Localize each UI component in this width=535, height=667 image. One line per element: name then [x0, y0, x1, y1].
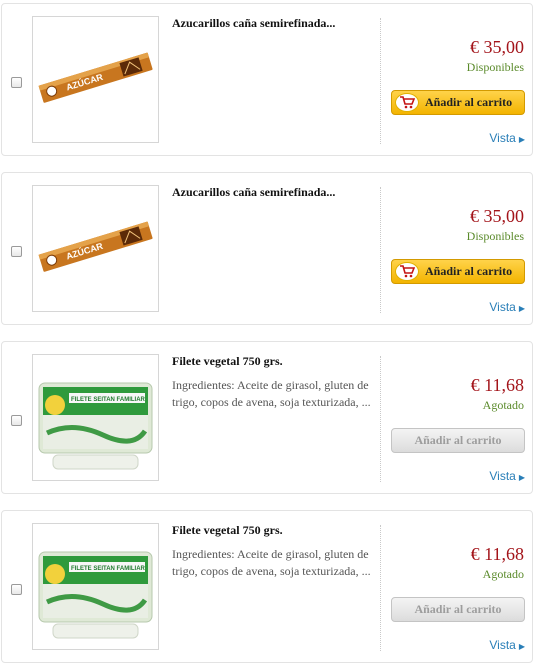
triangle-right-icon: ▶: [518, 642, 525, 651]
product-card: AZÚCAR Azucarillos caña semirefinada... …: [1, 3, 533, 156]
product-image-link[interactable]: FILETE SEITAN FAMILIAR: [32, 354, 159, 481]
availability-status: Agotado: [482, 567, 524, 581]
sugar-stick-image: AZÚCAR: [38, 52, 153, 103]
availability-status: Agotado: [482, 398, 524, 412]
view-label: Vista: [489, 300, 516, 314]
triangle-right-icon: ▶: [518, 304, 525, 313]
triangle-right-icon: ▶: [518, 135, 525, 144]
product-price: € 35,00: [470, 206, 524, 226]
add-to-cart-label: Añadir al carrito: [414, 433, 502, 447]
add-to-cart-button[interactable]: Añadir al carrito: [391, 90, 525, 115]
divider: [380, 18, 381, 144]
vegetable-fillet-package-image: FILETE SEITAN FAMILIAR: [38, 382, 153, 470]
product-image-link[interactable]: FILETE SEITAN FAMILIAR: [32, 523, 159, 650]
product-card: FILETE SEITAN FAMILIAR Filete vegetal 75…: [1, 510, 533, 663]
product-description: Ingredientes: Aceite de girasol, gluten …: [172, 547, 371, 578]
vegetable-fillet-package-image: FILETE SEITAN FAMILIAR: [38, 551, 153, 639]
add-to-cart-button[interactable]: Añadir al carrito: [391, 259, 525, 284]
add-to-cart-button[interactable]: Añadir al carrito: [391, 597, 525, 622]
product-card: AZÚCAR Azucarillos caña semirefinada... …: [1, 172, 533, 325]
product-card: FILETE SEITAN FAMILIAR Filete vegetal 75…: [1, 341, 533, 494]
product-title[interactable]: Filete vegetal 750 grs.: [172, 354, 377, 369]
add-to-cart-label: Añadir al carrito: [425, 264, 513, 278]
product-title[interactable]: Filete vegetal 750 grs.: [172, 523, 377, 538]
select-checkbox[interactable]: [11, 415, 22, 426]
view-link[interactable]: Vista ▶: [489, 131, 525, 145]
svg-text:FILETE SEITAN FAMILIAR: FILETE SEITAN FAMILIAR: [71, 566, 146, 572]
view-link[interactable]: Vista ▶: [489, 638, 525, 652]
divider: [380, 525, 381, 651]
shopping-cart-icon: [395, 262, 419, 281]
divider: [380, 356, 381, 482]
view-link[interactable]: Vista ▶: [489, 300, 525, 314]
add-to-cart-button[interactable]: Añadir al carrito: [391, 428, 525, 453]
add-to-cart-label: Añadir al carrito: [425, 95, 513, 109]
select-checkbox[interactable]: [11, 584, 22, 595]
product-price: € 35,00: [470, 37, 524, 57]
product-title[interactable]: Azucarillos caña semirefinada...: [172, 185, 377, 200]
select-checkbox[interactable]: [11, 77, 22, 88]
product-image-link[interactable]: AZÚCAR: [32, 185, 159, 312]
add-to-cart-label: Añadir al carrito: [414, 602, 502, 616]
product-price: € 11,68: [470, 544, 524, 564]
product-description: Ingredientes: Aceite de girasol, gluten …: [172, 378, 371, 409]
triangle-right-icon: ▶: [518, 473, 525, 482]
shopping-cart-icon: [395, 93, 419, 112]
view-link[interactable]: Vista ▶: [489, 469, 525, 483]
availability-status: Disponibles: [466, 60, 524, 74]
view-label: Vista: [489, 638, 516, 652]
availability-status: Disponibles: [466, 229, 524, 243]
sugar-stick-image: AZÚCAR: [38, 221, 153, 272]
view-label: Vista: [489, 131, 516, 145]
product-price: € 11,68: [470, 375, 524, 395]
product-image-link[interactable]: AZÚCAR: [32, 16, 159, 143]
select-checkbox[interactable]: [11, 246, 22, 257]
view-label: Vista: [489, 469, 516, 483]
product-title[interactable]: Azucarillos caña semirefinada...: [172, 16, 377, 31]
divider: [380, 187, 381, 313]
svg-text:FILETE SEITAN FAMILIAR: FILETE SEITAN FAMILIAR: [71, 397, 146, 403]
